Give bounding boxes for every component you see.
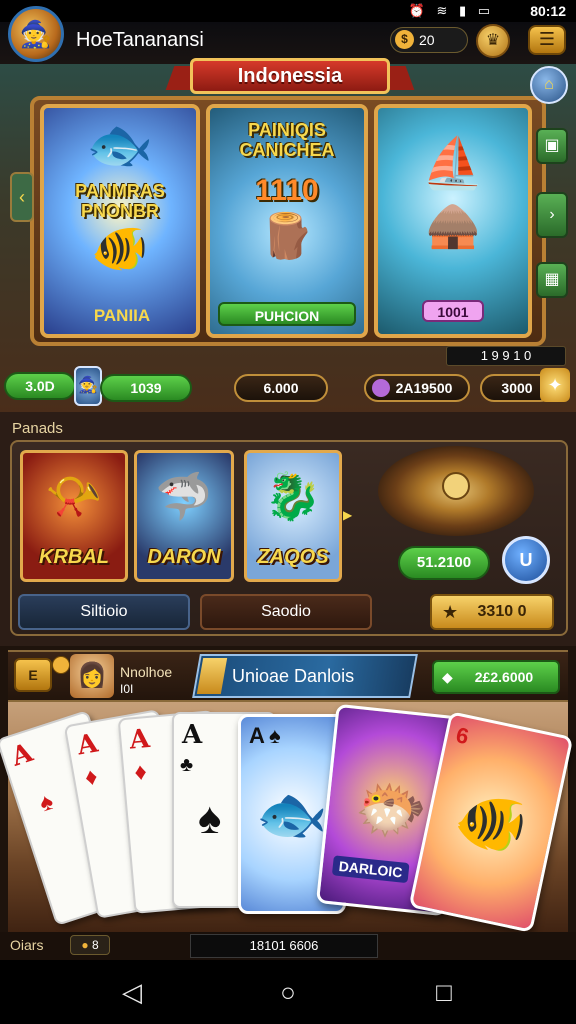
- banner-ribbon: Indonessia: [190, 58, 390, 94]
- bottom-label: Oiars: [10, 937, 44, 953]
- game-tile-daron[interactable]: 🦈 DARON: [134, 450, 234, 582]
- game-tile-title: DARON: [147, 546, 221, 568]
- card-rank: A: [182, 720, 203, 750]
- card-label: DARLOIC: [331, 855, 410, 884]
- home-icon[interactable]: ○: [268, 976, 308, 1008]
- card-suit: ♠: [36, 787, 57, 818]
- goldfish-icon: 🐠: [91, 222, 149, 274]
- shark-icon: 🦈: [155, 470, 213, 522]
- menu-button[interactable]: ☰: [528, 25, 566, 55]
- currency-d[interactable]: 2A19500: [364, 374, 470, 402]
- card-label[interactable]: 1001: [422, 300, 484, 322]
- currency-d-value: 2A19500: [395, 380, 453, 396]
- card-rank: A: [74, 728, 101, 762]
- game-tile-zaqos[interactable]: 🐉 ZAQOS: [244, 450, 342, 582]
- side-shop-button[interactable]: ▣: [536, 128, 568, 164]
- tab-siltioio[interactable]: Siltioio: [18, 594, 190, 630]
- gold-pile-icon: ✦: [540, 368, 570, 402]
- fish-icon: 🐟: [86, 115, 154, 175]
- card-title: PANMRAS PNONBR: [75, 181, 165, 221]
- horn-icon: 📯: [45, 470, 103, 522]
- card-suit: ♦: [82, 762, 100, 792]
- fish-icon: 🐠: [448, 783, 533, 862]
- bottom-icon-value: 8: [91, 938, 99, 952]
- roulette-value[interactable]: 51.2100: [398, 546, 490, 580]
- banner-prev-button[interactable]: ‹: [10, 172, 34, 222]
- card-suit: ♣: [180, 754, 194, 776]
- spade-icon: ♠: [198, 794, 222, 843]
- profile-avatar[interactable]: 🧙: [8, 6, 64, 62]
- card-suit: ♠: [269, 723, 281, 748]
- coin-icon: [52, 656, 70, 674]
- page-indicator: 1 9 9 1 0: [446, 346, 566, 366]
- ship-icon: ⛵: [421, 135, 485, 191]
- player-level: I0I: [120, 682, 134, 696]
- star-reward-value: 3310 0: [477, 603, 527, 620]
- tab-saodio[interactable]: Saodio: [200, 594, 372, 630]
- status-time: 80:12: [530, 3, 566, 19]
- player-name: Nnolhoe: [120, 664, 173, 680]
- side-grid-button[interactable]: ▦: [536, 262, 568, 298]
- roulette-wheel[interactable]: [378, 446, 534, 536]
- card-number: 1110: [255, 174, 319, 207]
- card-suit: ♦: [133, 758, 148, 787]
- coin-balance[interactable]: $ 20: [390, 27, 468, 53]
- game-card-painiqis[interactable]: PAINIQIS CANICHEA 1110 🪵 PUHCION: [206, 104, 368, 338]
- currency-a[interactable]: 3.0D: [4, 372, 76, 400]
- side-home-button[interactable]: ⌂: [530, 66, 568, 104]
- creature-icon: 🐉: [264, 470, 322, 522]
- bottom-icon-button[interactable]: ● 8: [70, 935, 110, 955]
- card-rank: A: [8, 737, 37, 773]
- game-tile-title: ZAQOS: [257, 546, 329, 568]
- gift-button[interactable]: ♛: [476, 24, 510, 58]
- hut-icon: 🛖: [425, 201, 481, 250]
- cannon-icon: 🪵: [259, 212, 315, 261]
- coin-value: 20: [419, 32, 435, 48]
- card-title: PAINIQIS CANICHEA: [239, 120, 335, 160]
- currency-b[interactable]: 1039: [100, 374, 192, 402]
- card-rank: A: [249, 723, 265, 748]
- star-icon: ★: [442, 602, 459, 622]
- section-label: Panads: [12, 420, 63, 437]
- game-card-panmras[interactable]: 🐟 PANMRAS PNONBR 🐠 PANIIA: [40, 104, 200, 338]
- status-icons: ⏰ ≋ ▮ ▭: [408, 3, 494, 18]
- card-rank: A: [128, 723, 152, 756]
- table-value-text: 2£2.6000: [474, 669, 534, 685]
- card-label: PANIIA: [93, 306, 151, 325]
- status-bar: ⏰ ≋ ▮ ▭ 80:12: [0, 0, 576, 22]
- gem-icon: [372, 379, 390, 397]
- wizard-icon: 🧙: [74, 366, 102, 406]
- game-card-ship[interactable]: ⛵ 🛖 1001: [374, 104, 532, 338]
- banner-next-button[interactable]: ›: [536, 192, 568, 238]
- scroll-right-icon[interactable]: ▶: [343, 508, 352, 522]
- app-title: HoeTananansi: [76, 29, 204, 51]
- info-button[interactable]: U: [502, 536, 550, 584]
- game-tile-title: KRBAL: [39, 546, 109, 568]
- star-reward-button[interactable]: ★ 3310 0: [430, 594, 554, 630]
- card-label[interactable]: PUHCION: [218, 302, 356, 326]
- recents-icon[interactable]: □: [424, 976, 464, 1008]
- bottom-display: 18101 6606: [190, 934, 378, 958]
- player-avatar[interactable]: 👩: [70, 654, 114, 698]
- back-icon[interactable]: ◁: [112, 976, 152, 1008]
- back-button[interactable]: E: [14, 658, 52, 692]
- coin-icon: $: [395, 30, 414, 49]
- title-text: Unioae Danlois: [232, 666, 355, 686]
- currency-c[interactable]: 6.000: [234, 374, 328, 402]
- chip-icon: ◆: [442, 669, 453, 685]
- table-value[interactable]: ◆ 2£2.6000: [432, 660, 560, 694]
- game-tile-krbal[interactable]: 📯 KRBAL: [20, 450, 128, 582]
- roulette-hub: [442, 472, 470, 500]
- card-rank: 6: [453, 722, 472, 750]
- coin-icon: ●: [81, 938, 89, 952]
